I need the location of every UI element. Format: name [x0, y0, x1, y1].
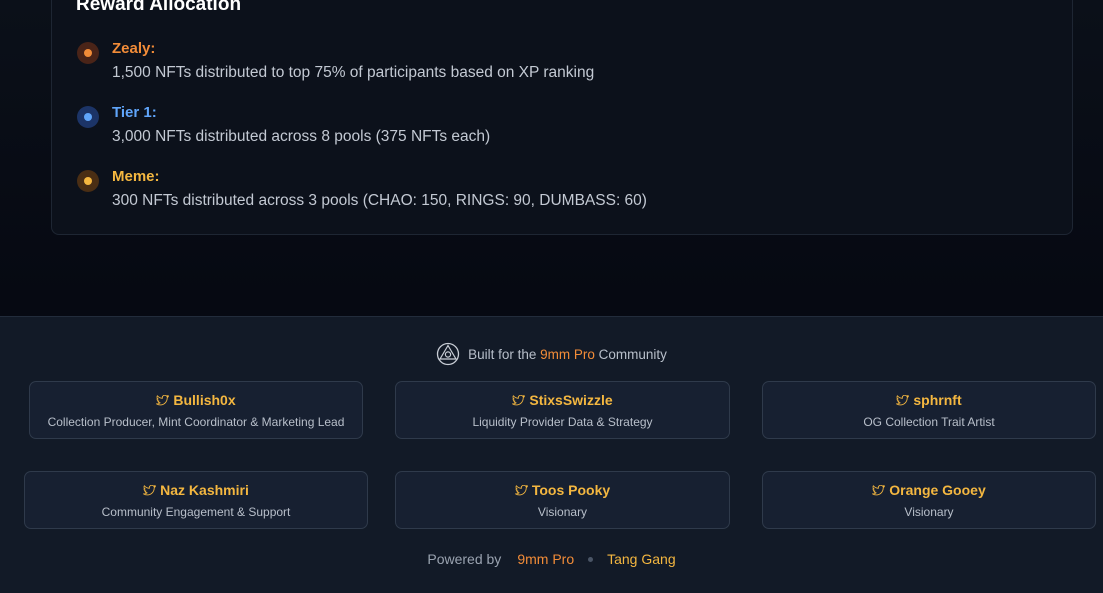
allocation-item-zealy: Zealy: 1,500 NFTs distributed to top 75%… [76, 40, 976, 90]
built-for-row: Built for the 9mm Pro Community [0, 341, 1103, 367]
twitter-bird-icon [872, 484, 886, 495]
allocation-name: Zealy: [112, 40, 156, 57]
twitter-bird-icon [156, 394, 170, 405]
credit-card-stixsswizzle[interactable]: StixsSwizzle Liquidity Provider Data & S… [395, 381, 730, 439]
allocation-description: 300 NFTs distributed across 3 pools (CHA… [112, 192, 647, 209]
credit-name: StixsSwizzle [529, 392, 613, 408]
credit-role: Collection Producer, Mint Coordinator & … [47, 415, 345, 429]
allocation-description: 3,000 NFTs distributed across 8 pools (3… [112, 128, 491, 145]
zealy-dot-icon [77, 42, 99, 64]
allocation-name: Tier 1: [112, 104, 157, 121]
meme-dot-icon [77, 170, 99, 192]
credit-name-row: sphrnft [763, 392, 1095, 408]
powered-by-row: Powered by 9mm Pro Tang Gang [0, 549, 1103, 569]
9mm-logo-icon [436, 342, 460, 366]
built-suffix: Community [598, 346, 667, 362]
allocation-name: Meme: [112, 168, 160, 185]
reward-allocation-card: Reward Allocation Zealy: 1,500 NFTs dist… [51, 0, 1073, 235]
credit-name: Orange Gooey [889, 482, 986, 498]
powered-link-tang-gang[interactable]: Tang Gang [607, 551, 676, 567]
built-prefix: Built for the [468, 346, 537, 362]
page: Reward Allocation Zealy: 1,500 NFTs dist… [0, 0, 1103, 593]
credit-card-orange-gooey[interactable]: Orange Gooey Visionary [762, 471, 1096, 529]
credit-name-row: Orange Gooey [763, 482, 1095, 498]
credit-role: Visionary [904, 505, 954, 519]
separator-dot [588, 556, 594, 562]
twitter-bird-icon [896, 394, 910, 405]
credit-name: Bullish0x [173, 392, 236, 408]
footer: Built for the 9mm Pro Community Bullish0… [0, 316, 1103, 593]
credit-role: Visionary [537, 505, 588, 519]
credit-name: Naz Kashmiri [160, 482, 249, 498]
credit-card-naz-kashmiri[interactable]: Naz Kashmiri Community Engagement & Supp… [24, 471, 368, 529]
credit-name-row: Toos Pooky [396, 482, 729, 498]
credit-name-row: StixsSwizzle [396, 392, 729, 408]
credit-name-row: Bullish0x [30, 392, 362, 408]
tier1-dot-icon [77, 106, 99, 128]
built-brand-link[interactable]: 9mm Pro [540, 347, 595, 362]
powered-by-label: Powered by [427, 551, 502, 567]
credit-role: OG Collection Trait Artist [863, 415, 995, 429]
credit-name: Toos Pooky [531, 482, 611, 498]
allocation-description: 1,500 NFTs distributed to top 75% of par… [112, 64, 595, 81]
credit-role: Liquidity Provider Data & Strategy [472, 415, 653, 429]
allocation-item-tier1: Tier 1: 3,000 NFTs distributed across 8 … [76, 104, 976, 154]
credit-name: sphrnft [913, 392, 962, 408]
credit-card-toos-pooky[interactable]: Toos Pooky Visionary [395, 471, 730, 529]
credit-card-bullish0x[interactable]: Bullish0x Collection Producer, Mint Coor… [29, 381, 363, 439]
twitter-bird-icon [512, 394, 526, 405]
twitter-bird-icon [514, 484, 528, 495]
twitter-bird-icon [143, 484, 157, 495]
credit-card-sphrnft[interactable]: sphrnft OG Collection Trait Artist [762, 381, 1096, 439]
built-for-text: Built for the 9mm Pro Community [468, 347, 667, 362]
credit-name-row: Naz Kashmiri [25, 482, 367, 498]
powered-link-9mm-pro[interactable]: 9mm Pro [517, 551, 574, 567]
credit-role: Community Engagement & Support [101, 505, 291, 519]
reward-allocation-title: Reward Allocation [76, 0, 242, 15]
allocation-item-meme: Meme: 300 NFTs distributed across 3 pool… [76, 168, 976, 218]
